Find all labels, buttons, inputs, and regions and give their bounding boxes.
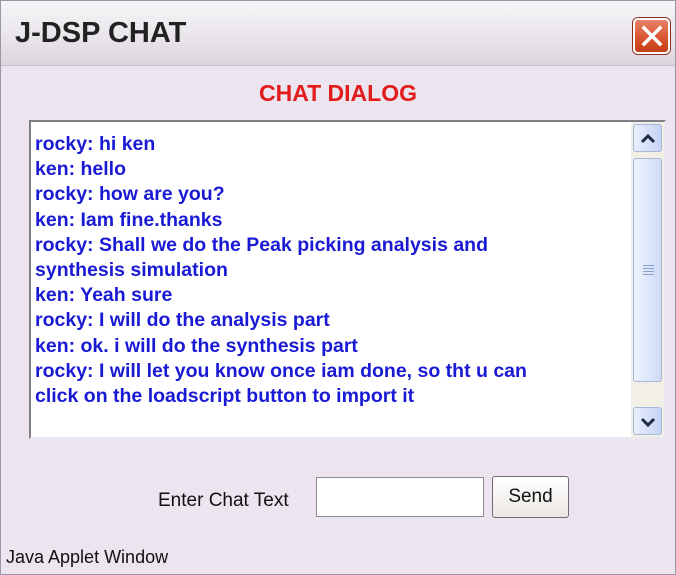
chat-message-line: synthesis simulation bbox=[35, 259, 228, 282]
vertical-scrollbar[interactable] bbox=[631, 122, 664, 437]
title-bar[interactable]: J-DSP CHAT bbox=[1, 1, 675, 66]
chat-message-line: ken: Yeah sure bbox=[35, 284, 173, 307]
chat-window: J-DSP CHAT CHAT DIALOG rocky: hi ken ken:… bbox=[0, 0, 676, 575]
chat-message-line: rocky: I will do the analysis part bbox=[35, 309, 330, 332]
chat-message-line: rocky: hi ken bbox=[35, 133, 156, 155]
chat-text-input[interactable] bbox=[316, 477, 484, 517]
chevron-down-icon bbox=[640, 417, 656, 428]
chat-message-line: ken: Iam fine.thanks bbox=[35, 208, 223, 231]
chat-log[interactable]: rocky: hi ken ken: hello rocky: how are yo… bbox=[29, 120, 666, 439]
chat-message-line: rocky: how are you? bbox=[35, 183, 225, 206]
chat-message-line: rocky: I will let you know once iam done… bbox=[35, 359, 527, 382]
scroll-down-button[interactable] bbox=[633, 407, 662, 435]
scroll-thumb[interactable] bbox=[633, 158, 662, 382]
applet-status-text: Java Applet Window bbox=[6, 547, 169, 567]
send-button[interactable]: Send bbox=[492, 476, 569, 518]
chat-message-line: ken: hello bbox=[35, 158, 127, 181]
chat-message-line: rocky: Shall we do the Peak picking anal… bbox=[35, 233, 488, 256]
window-title: J-DSP CHAT bbox=[15, 17, 187, 49]
close-button[interactable] bbox=[633, 18, 670, 54]
close-icon bbox=[641, 25, 663, 47]
chat-lines: rocky: hi ken ken: hello rocky: how are yo… bbox=[35, 132, 631, 409]
enter-chat-text-label: Enter Chat Text bbox=[158, 490, 289, 511]
chevron-up-icon bbox=[640, 133, 656, 144]
chat-message-line: ken: ok. i will do the synthesis part bbox=[35, 334, 358, 357]
scroll-grip-icon bbox=[643, 265, 654, 277]
chat-dialog-heading: CHAT DIALOG bbox=[258, 80, 417, 106]
scroll-up-button[interactable] bbox=[633, 124, 662, 152]
chat-message-line: click on the loadscript button to import… bbox=[35, 385, 415, 408]
